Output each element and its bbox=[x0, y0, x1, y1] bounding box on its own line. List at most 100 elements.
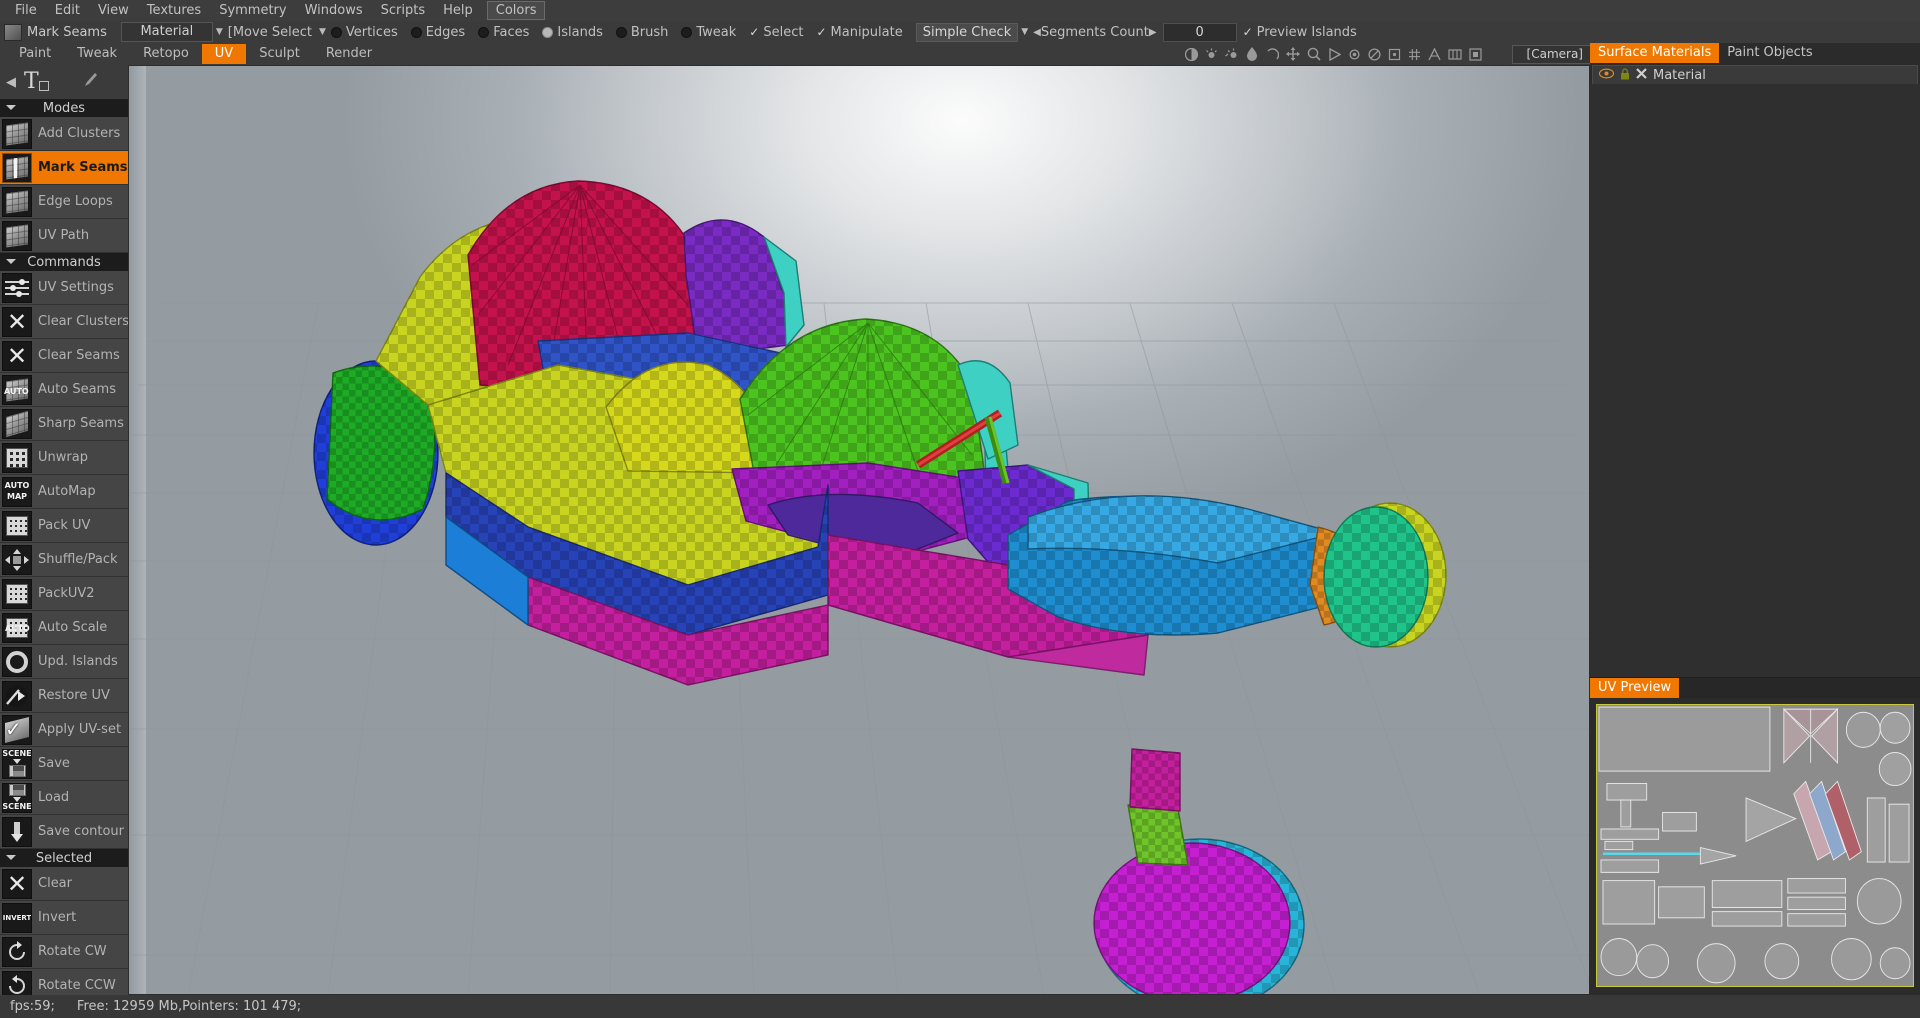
radio-tweak[interactable]: Tweak bbox=[681, 25, 736, 40]
material-row[interactable]: Material bbox=[1592, 65, 1918, 86]
pan-icon[interactable] bbox=[1286, 47, 1300, 61]
menu-item-windows[interactable]: Windows bbox=[296, 1, 372, 20]
uv-preview-canvas[interactable] bbox=[1596, 704, 1914, 987]
sidebar-item-clear[interactable]: ✕ Clear bbox=[0, 867, 128, 901]
sidebar-label-load: Load bbox=[38, 790, 70, 805]
sidebar-item-save-contour[interactable]: Save contour bbox=[0, 815, 128, 849]
sidebar-item-invert[interactable]: INVERT Invert bbox=[0, 901, 128, 935]
menu-item-help[interactable]: Help bbox=[434, 1, 482, 20]
sidebar-item-uv-path[interactable]: UV Path bbox=[0, 219, 128, 253]
snap-icon[interactable] bbox=[1388, 48, 1401, 61]
close-icon[interactable] bbox=[1636, 68, 1647, 83]
sidebar-group-commands-header[interactable]: Commands bbox=[0, 253, 128, 271]
radio-edges[interactable]: Edges bbox=[410, 25, 465, 40]
zoom-icon[interactable] bbox=[1307, 47, 1321, 61]
material-select[interactable]: Material bbox=[120, 22, 213, 42]
crop-icon[interactable] bbox=[1448, 48, 1462, 61]
cube-cluster-icon bbox=[2, 118, 32, 149]
3d-viewport[interactable] bbox=[128, 65, 1590, 995]
menu-item-file[interactable]: File bbox=[6, 1, 46, 20]
sidebar-item-add-clusters[interactable]: Add Clusters bbox=[0, 117, 128, 151]
tab-sculpt[interactable]: Sculpt bbox=[246, 44, 313, 64]
spinner-right-arrow-icon[interactable]: ▶ bbox=[1149, 27, 1157, 38]
play-icon[interactable] bbox=[1328, 47, 1341, 61]
contrast-icon[interactable] bbox=[1185, 47, 1198, 61]
checkbox-manipulate[interactable]: ✓ Manipulate bbox=[816, 25, 902, 40]
sidebar-item-unwrap[interactable]: Unwrap bbox=[0, 441, 128, 475]
record-icon[interactable] bbox=[1348, 48, 1361, 61]
viewport-3d-model[interactable] bbox=[128, 65, 1590, 995]
light-icon[interactable] bbox=[1205, 48, 1218, 61]
fullscreen-icon[interactable] bbox=[1469, 47, 1482, 61]
checkbox-label-select: Select bbox=[763, 24, 804, 40]
sidebar-item-load[interactable]: SCENE Load bbox=[0, 781, 128, 815]
chevron-down-icon-2[interactable]: ▼ bbox=[319, 27, 326, 37]
menu-item-edit[interactable]: Edit bbox=[46, 1, 89, 20]
sidebar-item-pack-uv[interactable]: Pack UV bbox=[0, 509, 128, 543]
light-move-icon[interactable] bbox=[1225, 48, 1239, 61]
radio-dot-faces bbox=[478, 26, 490, 38]
tab-retopo[interactable]: Retopo bbox=[130, 44, 202, 64]
sidebar-item-packuv2[interactable]: PackUV2 bbox=[0, 577, 128, 611]
sidebar-item-apply-uvset[interactable]: ✓ Apply UV-set bbox=[0, 713, 128, 747]
grid-icon[interactable] bbox=[1408, 48, 1421, 61]
sidebar-label-clear: Clear bbox=[38, 876, 72, 891]
menu-item-textures[interactable]: Textures bbox=[138, 1, 210, 20]
tab-uv[interactable]: UV bbox=[201, 44, 247, 64]
sidebar-item-upd-islands[interactable]: Upd. Islands bbox=[0, 645, 128, 679]
tab-render[interactable]: Render bbox=[313, 44, 385, 64]
brush-icon[interactable] bbox=[83, 72, 99, 92]
sidebar-item-restore-uv[interactable]: Restore UV bbox=[0, 679, 128, 713]
lock-icon[interactable] bbox=[1620, 67, 1630, 84]
radio-dot-brush bbox=[615, 26, 627, 38]
tab-surface-materials[interactable]: Surface Materials bbox=[1590, 43, 1720, 63]
camera-select[interactable]: [Camera] bbox=[1511, 45, 1598, 64]
sidebar-item-rotate-cw[interactable]: Rotate CW bbox=[0, 935, 128, 969]
sidebar-item-uv-settings[interactable]: UV Settings bbox=[0, 271, 128, 305]
menu-item-colors[interactable]: Colors bbox=[486, 1, 546, 20]
segments-count-input[interactable]: 0 bbox=[1162, 22, 1237, 42]
tab-paint-objects[interactable]: Paint Objects bbox=[1719, 43, 1820, 63]
eye-icon[interactable] bbox=[1598, 68, 1615, 83]
sidebar-item-automap[interactable]: AUTO MAP AutoMap bbox=[0, 475, 128, 509]
sidebar-group-selected-header[interactable]: Selected bbox=[0, 849, 128, 867]
collapse-left-icon[interactable]: ◀ bbox=[6, 75, 16, 90]
drop-icon[interactable] bbox=[1246, 47, 1258, 61]
sidebar-label-rotate-cw: Rotate CW bbox=[38, 944, 107, 959]
no-icon[interactable] bbox=[1368, 47, 1381, 61]
sidebar-item-auto-seams[interactable]: AUTO Auto Seams bbox=[0, 373, 128, 407]
radio-vertices[interactable]: Vertices bbox=[330, 25, 398, 40]
chevron-down-icon-3[interactable]: ▼ bbox=[1021, 27, 1028, 37]
sidebar-group-modes-header[interactable]: Modes bbox=[0, 99, 128, 117]
menu-item-scripts[interactable]: Scripts bbox=[372, 1, 434, 20]
tab-tweak[interactable]: Tweak bbox=[64, 44, 130, 64]
menu-item-view[interactable]: View bbox=[89, 1, 138, 20]
undo-icon[interactable] bbox=[1265, 47, 1279, 61]
tab-uv-preview[interactable]: UV Preview bbox=[1590, 678, 1680, 698]
radio-label-brush: Brush bbox=[630, 24, 669, 40]
checkbox-preview-islands[interactable]: ✓ Preview Islands bbox=[1243, 25, 1357, 40]
move-select-label[interactable]: [Move Select bbox=[228, 25, 312, 40]
chevron-down-icon[interactable]: ▼ bbox=[216, 27, 223, 37]
sidebar-item-edge-loops[interactable]: Edge Loops bbox=[0, 185, 128, 219]
sidebar-item-shuffle-pack[interactable]: Shuffle/Pack bbox=[0, 543, 128, 577]
menu-item-symmetry[interactable]: Symmetry bbox=[210, 1, 295, 20]
rotate-ccw-icon bbox=[2, 970, 32, 995]
measure-icon[interactable] bbox=[1428, 47, 1441, 61]
sidebar-item-save[interactable]: SCENE Save bbox=[0, 747, 128, 781]
sidebar-item-clear-clusters[interactable]: ✕ Clear Clusters bbox=[0, 305, 128, 339]
sidebar-item-mark-seams[interactable]: Mark Seams bbox=[0, 151, 128, 185]
tab-paint[interactable]: Paint bbox=[6, 44, 64, 64]
spinner-left-arrow-icon[interactable]: ◀ bbox=[1033, 27, 1041, 38]
text-tool-icon[interactable]: T bbox=[24, 71, 39, 93]
sidebar-item-rotate-ccw[interactable]: Rotate CCW bbox=[0, 969, 128, 995]
sidebar-item-sharp-seams[interactable]: Sharp Seams bbox=[0, 407, 128, 441]
radio-brush[interactable]: Brush bbox=[615, 24, 669, 40]
check-mode-select[interactable]: Simple Check bbox=[915, 22, 1019, 42]
sidebar-item-auto-scale[interactable]: AUTO Auto Scale bbox=[0, 611, 128, 645]
radio-dot-tweak bbox=[681, 26, 693, 38]
sidebar-item-clear-seams[interactable]: ✕ Clear Seams bbox=[0, 339, 128, 373]
radio-islands[interactable]: Islands bbox=[542, 25, 603, 40]
checkbox-select[interactable]: ✓ Select bbox=[749, 25, 803, 40]
radio-faces[interactable]: Faces bbox=[478, 25, 529, 40]
